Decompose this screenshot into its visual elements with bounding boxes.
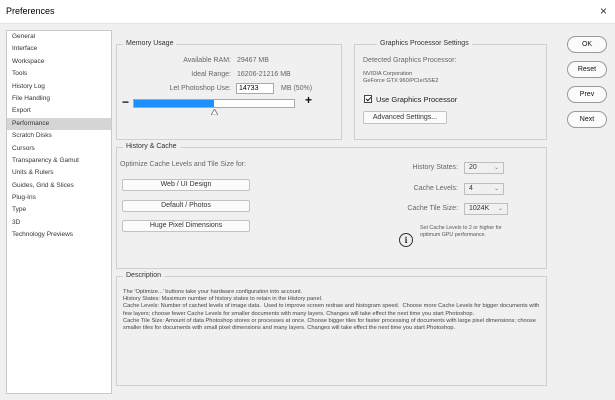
- history-cache-legend: History & Cache: [123, 143, 180, 150]
- close-icon[interactable]: ×: [600, 4, 607, 18]
- reset-button[interactable]: Reset: [567, 61, 607, 78]
- ideal-range-value: 16206-21216 MB: [237, 71, 291, 78]
- prev-button[interactable]: Prev: [567, 86, 607, 103]
- use-gpu-label: Use Graphics Processor: [376, 95, 458, 104]
- memory-slider[interactable]: [133, 99, 295, 108]
- sidebar-item-file-handling[interactable]: File Handling: [7, 93, 111, 105]
- memory-usage-group: Memory Usage Available RAM: 29467 MB Ide…: [116, 40, 342, 140]
- decrease-memory-button[interactable]: −: [122, 95, 129, 109]
- info-icon: i: [399, 233, 413, 247]
- memory-usage-legend: Memory Usage: [123, 40, 177, 47]
- history-states-value: 20: [469, 164, 477, 171]
- let-photoshop-use-suffix: MB (50%): [281, 85, 313, 92]
- graphics-processor-group: Graphics Processor Settings Detected Gra…: [354, 40, 547, 140]
- gpu-model: GeForce GTX 960/PCIe/SSE2: [363, 78, 439, 84]
- sidebar-item-type[interactable]: Type: [7, 204, 111, 216]
- history-states-label: History States:: [412, 164, 458, 171]
- window-title: Preferences: [6, 6, 55, 16]
- ok-button[interactable]: OK: [567, 36, 607, 53]
- sidebar-item-cursors[interactable]: Cursors: [7, 143, 111, 155]
- chevron-down-icon: ⌄: [497, 206, 503, 212]
- sidebar-item-units-rulers[interactable]: Units & Rulers: [7, 167, 111, 179]
- optimize-default-photos-button[interactable]: Default / Photos: [122, 200, 250, 212]
- cache-tile-size-label: Cache Tile Size:: [407, 205, 458, 212]
- history-cache-group: History & Cache Optimize Cache Levels an…: [116, 143, 547, 269]
- description-text: The 'Optimize...' buttons take your hard…: [123, 289, 540, 332]
- optimize-huge-pixel-button[interactable]: Huge Pixel Dimensions: [122, 220, 250, 232]
- let-photoshop-use-label: Let Photoshop Use:: [169, 85, 232, 92]
- sidebar-item-performance[interactable]: Performance: [7, 117, 111, 131]
- memory-slider-thumb[interactable]: [210, 109, 218, 115]
- use-gpu-checkbox[interactable]: [364, 95, 372, 103]
- description-legend: Description: [123, 272, 165, 279]
- main-panel: Memory Usage Available RAM: 29467 MB Ide…: [112, 30, 554, 394]
- detected-gpu-label: Detected Graphics Processor:: [363, 57, 457, 64]
- ideal-range-label: Ideal Range:: [191, 71, 231, 78]
- gpu-vendor: NVIDIA Corporation: [363, 71, 413, 77]
- increase-memory-button[interactable]: +: [305, 93, 312, 107]
- sidebar-item-transparency-gamut[interactable]: Transparency & Gamut: [7, 155, 111, 167]
- sidebar-item-3d[interactable]: 3D: [7, 217, 111, 229]
- available-ram-value: 29467 MB: [237, 57, 269, 64]
- advanced-settings-button[interactable]: Advanced Settings...: [363, 111, 447, 124]
- title-bar: Preferences ×: [0, 0, 615, 24]
- memory-slider-fill: [134, 100, 214, 107]
- cache-levels-dropdown[interactable]: 4 ⌄: [464, 183, 504, 195]
- sidebar-item-tools[interactable]: Tools: [7, 68, 111, 80]
- available-ram-label: Available RAM:: [183, 57, 231, 64]
- sidebar-item-history-log[interactable]: History Log: [7, 81, 111, 93]
- cache-levels-label: Cache Levels:: [413, 185, 458, 192]
- graphics-processor-legend: Graphics Processor Settings: [377, 40, 472, 47]
- sidebar: General Interface Workspace Tools History Lo…: [6, 30, 112, 394]
- optimize-label: Optimize Cache Levels and Tile Size for:: [120, 161, 247, 168]
- cache-levels-value: 4: [469, 185, 473, 192]
- sidebar-item-technology-previews[interactable]: Technology Previews: [7, 229, 111, 241]
- sidebar-item-general[interactable]: General: [7, 31, 111, 43]
- sidebar-item-workspace[interactable]: Workspace: [7, 56, 111, 68]
- sidebar-item-export[interactable]: Export: [7, 105, 111, 117]
- optimize-web-ui-button[interactable]: Web / UI Design: [122, 179, 250, 191]
- sidebar-item-scratch-disks[interactable]: Scratch Disks: [7, 130, 111, 142]
- history-states-dropdown[interactable]: 20 ⌄: [464, 162, 504, 174]
- description-group: Description The 'Optimize...' buttons ta…: [116, 272, 547, 386]
- cache-levels-note: Set Cache Levels to 2 or higher for opti…: [420, 225, 502, 238]
- chevron-down-icon: ⌄: [493, 165, 499, 171]
- sidebar-item-plug-ins[interactable]: Plug-Ins: [7, 192, 111, 204]
- chevron-down-icon: ⌄: [493, 186, 499, 192]
- sidebar-item-interface[interactable]: Interface: [7, 43, 111, 55]
- let-photoshop-use-input[interactable]: 14733: [236, 83, 274, 94]
- next-button[interactable]: Next: [567, 111, 607, 128]
- cache-tile-size-dropdown[interactable]: 1024K ⌄: [464, 203, 508, 215]
- cache-tile-size-value: 1024K: [469, 205, 490, 212]
- sidebar-item-guides-grid-slices[interactable]: Guides, Grid & Slices: [7, 180, 111, 192]
